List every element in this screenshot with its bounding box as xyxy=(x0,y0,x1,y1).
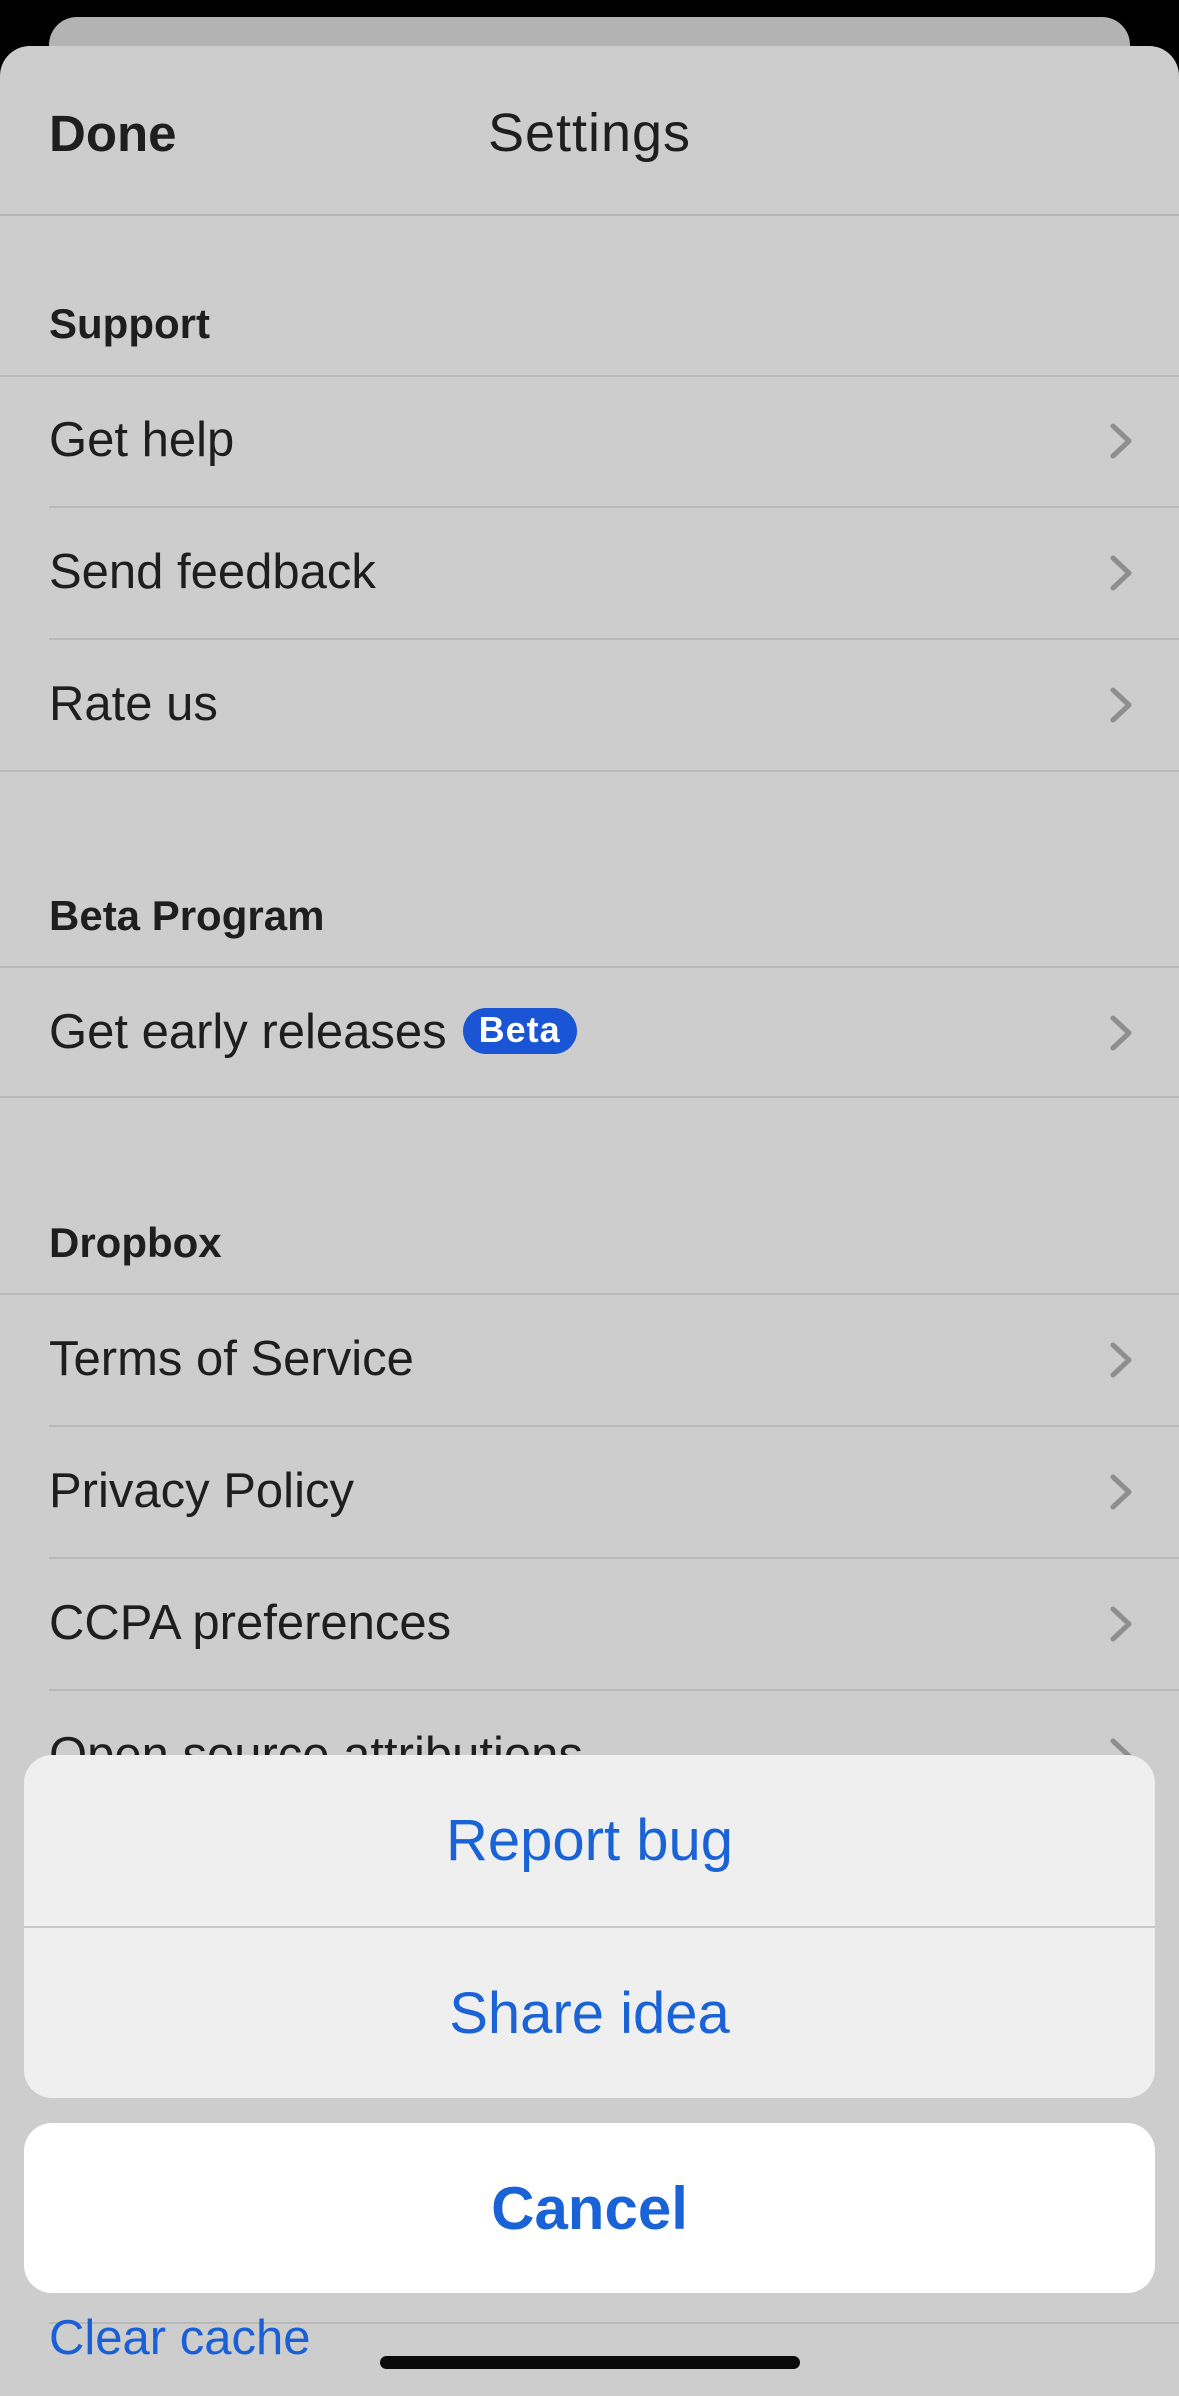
chevron-right-icon xyxy=(1110,1606,1132,1642)
row-label: Privacy Policy xyxy=(49,1464,354,1518)
chevron-right-icon xyxy=(1110,423,1132,459)
chevron-right-icon xyxy=(1110,1342,1132,1378)
action-sheet-group: Report bug Share idea xyxy=(24,1755,1155,2098)
row-label: Terms of Service xyxy=(49,1332,414,1386)
row-label-text: Get early releases xyxy=(49,1005,447,1059)
divider xyxy=(0,1096,1179,1098)
page-title: Settings xyxy=(487,103,692,163)
cancel-button[interactable]: Cancel xyxy=(24,2123,1155,2293)
clear-cache-link[interactable]: Clear cache xyxy=(49,2310,310,2366)
settings-row-ccpa-preferences[interactable]: CCPA preferences xyxy=(0,1559,1179,1689)
settings-row-get-help[interactable]: Get help xyxy=(0,376,1179,506)
section-header-dropbox: Dropbox xyxy=(49,1219,222,1266)
row-label: Get help xyxy=(49,413,235,467)
chevron-right-icon xyxy=(1110,1015,1132,1051)
settings-row-send-feedback[interactable]: Send feedback xyxy=(0,508,1179,638)
row-label: Rate us xyxy=(49,677,218,731)
section-header-beta-program: Beta Program xyxy=(49,892,325,939)
share-idea-button[interactable]: Share idea xyxy=(24,1928,1155,2098)
home-indicator[interactable] xyxy=(380,2356,800,2369)
settings-row-get-early-releases[interactable]: Get early releases Beta xyxy=(0,968,1179,1098)
nav-bar: Done Settings xyxy=(0,46,1179,216)
row-label: Get early releases Beta xyxy=(49,1004,577,1060)
chevron-right-icon xyxy=(1110,555,1132,591)
chevron-right-icon xyxy=(1110,1474,1132,1510)
divider xyxy=(0,770,1179,772)
beta-badge: Beta xyxy=(462,1008,577,1054)
chevron-right-icon xyxy=(1110,687,1132,723)
row-label: Send feedback xyxy=(49,545,376,599)
section-header-support: Support xyxy=(49,300,210,347)
row-label: CCPA preferences xyxy=(49,1596,452,1650)
settings-row-rate-us[interactable]: Rate us xyxy=(0,640,1179,770)
settings-row-privacy-policy[interactable]: Privacy Policy xyxy=(0,1427,1179,1557)
report-bug-button[interactable]: Report bug xyxy=(24,1755,1155,1925)
settings-row-terms-of-service[interactable]: Terms of Service xyxy=(0,1295,1179,1425)
